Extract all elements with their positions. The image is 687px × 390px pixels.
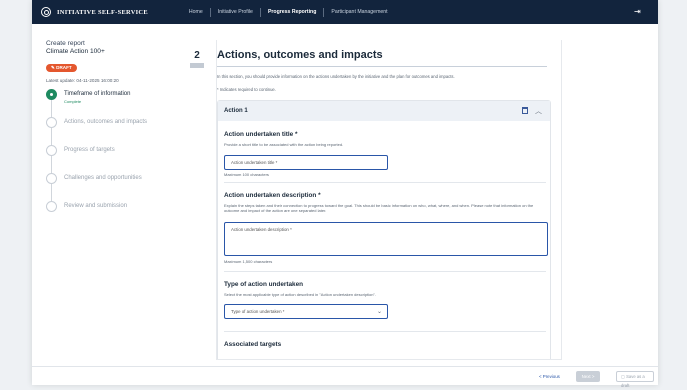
divider — [224, 331, 546, 332]
action-description-textarea[interactable]: Action undertaken description * — [224, 222, 548, 256]
title-divider — [217, 66, 547, 67]
step-timeframe[interactable]: Timeframe of information Complete — [46, 89, 166, 117]
title-field-label: Action undertaken title * — [224, 131, 298, 138]
action-type-placeholder: Type of action undertaken * — [231, 309, 285, 314]
description-max-hint: Maximum 1,500 characters — [224, 259, 273, 264]
step-title: Timeframe of information — [64, 91, 131, 97]
step-review[interactable]: Review and submission — [46, 201, 166, 229]
description-field-label: Action undertaken description * — [224, 192, 321, 199]
report-sidebar: Create report Climate Action 100+ ✎ DRAF… — [46, 40, 166, 229]
step-complete-icon — [46, 89, 57, 100]
type-field-label: Type of action undertaken — [224, 281, 304, 288]
step-challenges[interactable]: Challenges and opportunities — [46, 173, 166, 201]
action-title: Action 1 — [224, 108, 248, 114]
step-label: Review and submission — [64, 203, 128, 209]
action-title-placeholder: Action undertaken title * — [231, 160, 278, 165]
step-status: Complete — [64, 99, 82, 104]
sign-out-icon[interactable]: ⇥ — [634, 7, 644, 17]
save-draft-button[interactable]: ▢ Save as a draft — [616, 371, 654, 388]
targets-field-label: Associated targets — [224, 341, 282, 348]
main-content: Actions, outcomes and impacts In this se… — [216, 40, 562, 360]
action-card-header[interactable]: Action 1 ︿ — [218, 101, 550, 121]
create-report-label: Create report — [46, 40, 85, 47]
logo-icon — [41, 7, 51, 17]
stepper: Timeframe of information Complete Actions… — [46, 89, 166, 229]
step-number: 2 — [194, 50, 200, 61]
page-title: Actions, outcomes and impacts — [217, 49, 383, 61]
step-pending-icon — [46, 201, 57, 212]
status-badge: ✎ DRAFT — [46, 64, 77, 72]
app-window: INITIATIVE SELF-SERVICE Home Initiative … — [32, 0, 658, 388]
required-note: * Indicates required to continue. — [217, 87, 276, 92]
step-connector — [51, 184, 52, 201]
title-field-hint: Provide a short title to be associated w… — [224, 142, 344, 147]
main-nav: Home Initiative Profile Progress Reporti… — [182, 7, 395, 17]
step-label: Actions, outcomes and impacts — [64, 119, 148, 125]
action-type-select[interactable]: Type of action undertaken * ⌄ — [224, 304, 388, 319]
type-field-hint: Select the most applicable type of actio… — [224, 292, 377, 297]
brand[interactable]: INITIATIVE SELF-SERVICE — [41, 7, 148, 17]
step-connector — [51, 128, 52, 145]
step-label: Progress of targets — [64, 147, 115, 153]
action-description-placeholder: Action undertaken description * — [231, 227, 292, 232]
nav-participant-management[interactable]: Participant Management — [324, 9, 394, 15]
section-intro: In this section, you should provide info… — [217, 74, 455, 79]
action-card: Action 1 ︿ Action undertaken title * Pro… — [217, 100, 551, 359]
step-connector — [51, 100, 52, 117]
title-max-hint: Maximum 100 characters — [224, 172, 269, 177]
action-title-input[interactable]: Action undertaken title * — [224, 155, 388, 170]
next-button[interactable]: Next > — [576, 371, 600, 382]
section-number: 2 — [190, 50, 204, 68]
brand-name: INITIATIVE SELF-SERVICE — [57, 8, 148, 16]
step-label: Challenges and opportunities — [64, 175, 142, 181]
step-connector — [51, 156, 52, 173]
step-pending-icon — [46, 117, 57, 128]
step-pending-icon — [46, 145, 57, 156]
initiative-name: Climate Action 100+ — [46, 48, 105, 55]
step-progress[interactable]: Progress of targets — [46, 145, 166, 173]
last-updated: Latest update: 04-11-2025 16:00:20 — [46, 78, 119, 83]
status-badge-label: DRAFT — [56, 65, 72, 70]
chevron-down-icon: ⌄ — [376, 309, 382, 315]
nav-progress-reporting[interactable]: Progress Reporting — [261, 9, 323, 15]
divider — [224, 182, 546, 183]
nav-initiative-profile[interactable]: Initiative Profile — [211, 9, 260, 15]
save-draft-label: Save as a draft — [621, 374, 645, 388]
footer-actions: < Previous Next > ▢ Save as a draft — [32, 366, 658, 388]
description-field-hint: Explain the steps taken and their connec… — [224, 203, 534, 214]
nav-home[interactable]: Home — [182, 9, 210, 15]
step-pending-icon — [46, 173, 57, 184]
step-actions[interactable]: Actions, outcomes and impacts — [46, 117, 166, 145]
trash-icon[interactable] — [522, 107, 528, 114]
step-label: Timeframe of information Complete — [64, 89, 130, 106]
chevron-up-icon[interactable]: ︿ — [535, 106, 542, 116]
divider — [224, 271, 546, 272]
top-navbar: INITIATIVE SELF-SERVICE Home Initiative … — [32, 0, 658, 24]
step-number-bar — [190, 63, 204, 68]
previous-button[interactable]: < Previous — [539, 374, 560, 379]
